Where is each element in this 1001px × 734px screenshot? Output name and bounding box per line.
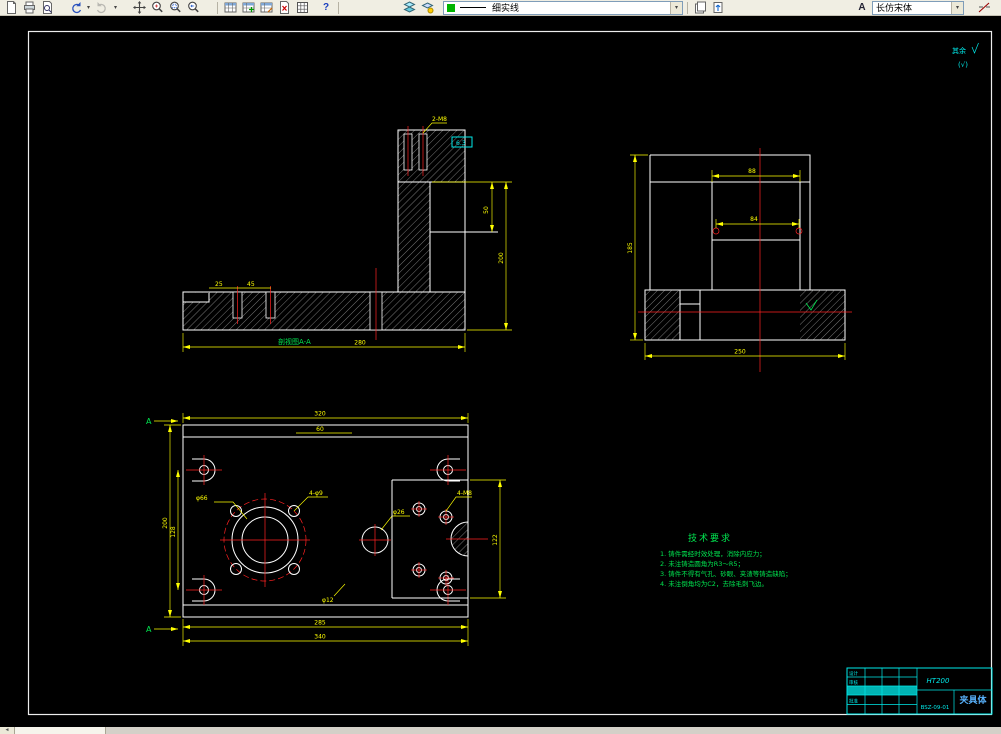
title-block-drawing-no: BSZ-09-01 — [921, 705, 950, 711]
svg-text:审核: 审核 — [849, 679, 858, 686]
svg-text:A: A — [146, 625, 152, 634]
new-file-icon[interactable] — [3, 1, 19, 15]
svg-text:320: 320 — [314, 411, 326, 418]
cad-application-window: ▾ ▾ ? 细实线 ▾ A 长仿宋体 ▾ 其余 (√) 2-M8 6.3 50 … — [0, 0, 1001, 734]
svg-text:4-M8: 4-M8 — [457, 490, 472, 497]
linetype-line-preview — [460, 7, 486, 8]
svg-text:128: 128 — [170, 526, 177, 538]
svg-text:88: 88 — [748, 168, 756, 175]
svg-text:84: 84 — [750, 216, 758, 223]
scroll-left-button[interactable]: ◄ — [0, 727, 15, 734]
drawing-border-frame — [27, 30, 993, 716]
tech-req-title: 技术要求 — [688, 532, 732, 544]
svg-text:340: 340 — [314, 634, 326, 641]
svg-text:45: 45 — [247, 281, 255, 288]
quick-dim-icon[interactable] — [976, 1, 992, 15]
drawing-svg: 其余 (√) 2-M8 6.3 50 200 25 45 280 剖视图A-A … — [27, 30, 993, 716]
surface-roughness-note: 其余 (√) — [952, 42, 979, 69]
svg-text:(√): (√) — [958, 61, 968, 69]
layers-icon[interactable] — [401, 1, 417, 15]
layer-states-icon[interactable] — [419, 1, 435, 15]
svg-text:285: 285 — [314, 620, 326, 627]
redo-dropdown-icon[interactable]: ▾ — [112, 4, 119, 11]
svg-text:2. 未注铸造圆角为R3～R5；: 2. 未注铸造圆角为R3～R5； — [660, 559, 744, 568]
linetype-value: 细实线 — [492, 3, 520, 13]
table-edit-icon[interactable] — [258, 1, 274, 15]
print-icon[interactable] — [21, 1, 37, 15]
horizontal-scrollbar[interactable]: ◄ — [0, 727, 1001, 734]
svg-text:60: 60 — [316, 426, 324, 433]
text-style-icon[interactable]: A — [854, 1, 870, 15]
section-view: 2-M8 6.3 50 200 25 45 280 剖视图A-A — [182, 116, 512, 352]
svg-text:其余: 其余 — [952, 46, 966, 55]
svg-text:A: A — [146, 417, 152, 426]
svg-text:φ12: φ12 — [322, 597, 334, 604]
linetype-color-swatch — [447, 3, 455, 12]
svg-text:3. 铸件不得有气孔、砂眼、夹渣等铸造缺陷；: 3. 铸件不得有气孔、砂眼、夹渣等铸造缺陷； — [660, 569, 792, 578]
technical-requirements: 技术要求 1. 铸件需经时效处理，消除内应力； 2. 未注铸造圆角为R3～R5；… — [660, 532, 792, 588]
main-toolbar: ▾ ▾ ? 细实线 ▾ A 长仿宋体 ▾ — [0, 0, 1001, 16]
side-view: 88 84 250 185 — [627, 148, 852, 372]
table-insert-icon[interactable] — [240, 1, 256, 15]
svg-text:200: 200 — [162, 517, 169, 529]
svg-text:1. 铸件需经时效处理，消除内应力；: 1. 铸件需经时效处理，消除内应力； — [660, 549, 766, 558]
linetype-dropdown-icon[interactable]: ▾ — [670, 1, 682, 14]
svg-text:4-φ9: 4-φ9 — [309, 490, 323, 497]
zoom-previous-icon[interactable] — [185, 1, 201, 15]
svg-text:250: 250 — [734, 349, 746, 356]
font-dropdown-icon[interactable]: ▾ — [951, 1, 963, 14]
toolbar-separator — [338, 1, 339, 14]
svg-text:50: 50 — [483, 206, 490, 214]
svg-text:25: 25 — [215, 281, 223, 288]
redo-icon[interactable] — [94, 1, 110, 15]
toolbar-separator — [217, 1, 218, 14]
svg-text:6.3: 6.3 — [456, 140, 466, 147]
title-block-material: HT200 — [927, 677, 950, 685]
svg-text:φ66: φ66 — [196, 495, 208, 502]
plan-view: 4-φ9 φ66 φ26 4-M8 φ12 320 60 285 340 200… — [146, 411, 506, 646]
svg-text:280: 280 — [354, 340, 366, 347]
layout-sheets-icon[interactable] — [692, 1, 708, 15]
font-value: 长仿宋体 — [876, 3, 913, 13]
svg-text:φ26: φ26 — [393, 509, 405, 516]
svg-text:设计: 设计 — [849, 670, 858, 677]
section-view-label: 剖视图A-A — [278, 337, 311, 346]
font-combo[interactable]: 长仿宋体 ▾ — [872, 0, 964, 15]
undo-dropdown-icon[interactable]: ▾ — [85, 4, 92, 11]
title-block: 设计 审核 批准 HT200 夹具体 BSZ-09-01 — [846, 667, 993, 715]
scroll-thumb[interactable] — [15, 727, 106, 734]
table-icon[interactable] — [222, 1, 238, 15]
svg-text:2-M8: 2-M8 — [432, 116, 447, 123]
zoom-realtime-icon[interactable] — [149, 1, 165, 15]
publish-icon[interactable] — [710, 1, 726, 15]
toolbar-separator — [687, 1, 688, 14]
svg-text:200: 200 — [498, 252, 505, 264]
svg-text:批准: 批准 — [849, 698, 858, 705]
zoom-window-icon[interactable] — [167, 1, 183, 15]
sheet-error-icon[interactable] — [276, 1, 292, 15]
svg-text:185: 185 — [627, 242, 634, 254]
title-block-part-name: 夹具体 — [959, 694, 987, 706]
plot-preview-icon[interactable] — [39, 1, 55, 15]
undo-icon[interactable] — [67, 1, 83, 15]
pan-icon[interactable] — [131, 1, 147, 15]
linetype-combo[interactable]: 细实线 ▾ — [443, 0, 683, 15]
help-icon[interactable]: ? — [318, 1, 334, 15]
grid-icon[interactable] — [294, 1, 310, 15]
svg-text:4. 未注倒角均为C2，去除毛刺飞边。: 4. 未注倒角均为C2，去除毛刺飞边。 — [660, 579, 768, 588]
svg-text:122: 122 — [492, 534, 499, 546]
drawing-canvas[interactable]: 其余 (√) 2-M8 6.3 50 200 25 45 280 剖视图A-A … — [0, 16, 1001, 727]
